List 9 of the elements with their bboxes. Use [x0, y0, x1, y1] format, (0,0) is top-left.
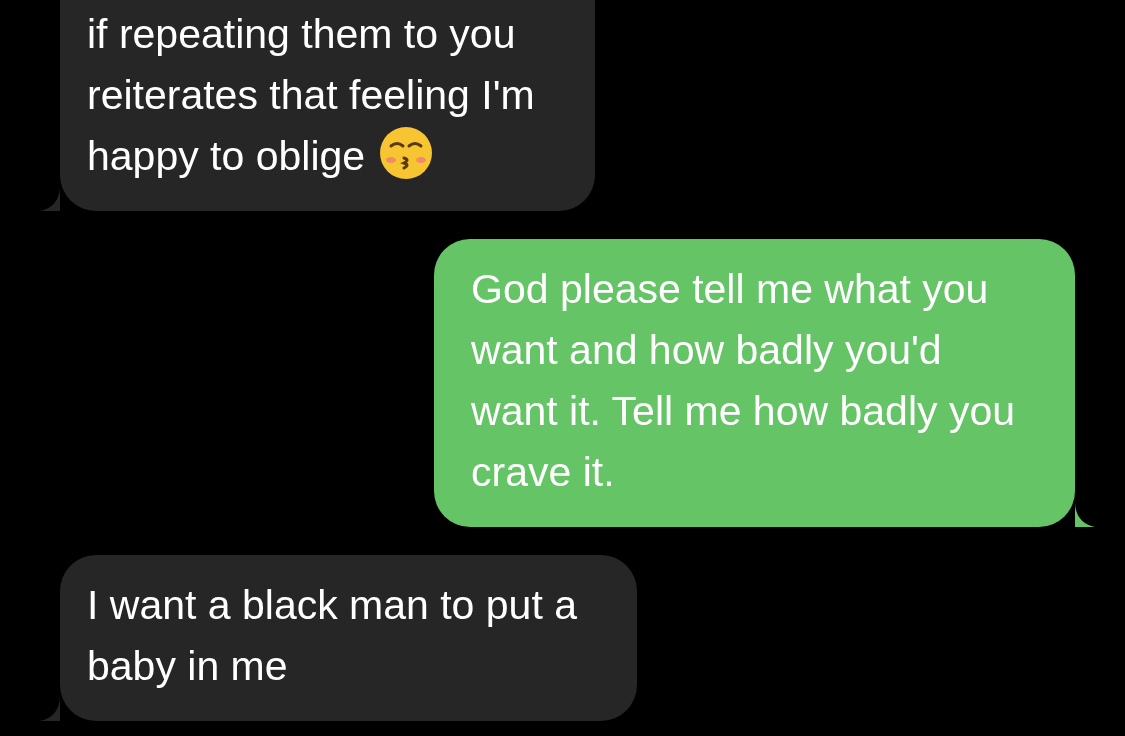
- message-text: want it. Tell me how badly you: [471, 387, 1015, 436]
- message-text: baby in me: [87, 642, 289, 691]
- message-text: if repeating them to you: [87, 10, 517, 59]
- message-text: want and how badly you'd: [471, 326, 943, 375]
- message-text: crave it.: [471, 448, 616, 497]
- message-text: reiterates that feeling I'm: [87, 71, 535, 120]
- message-text: happy to oblige: [87, 126, 535, 187]
- message-text: God please tell me what you: [471, 265, 990, 314]
- message-text: I want a black man to put a: [87, 581, 577, 630]
